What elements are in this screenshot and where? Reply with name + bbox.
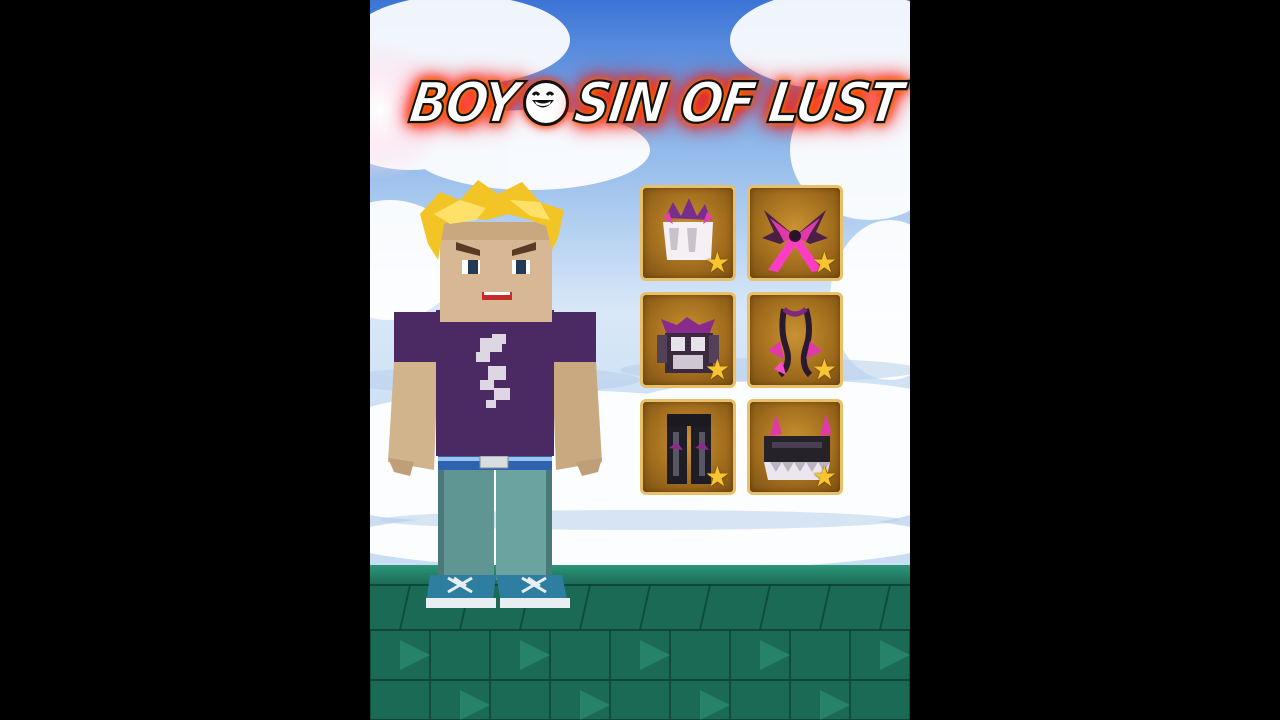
item-slot-wings[interactable]: ★	[747, 185, 843, 281]
title-right-text: SIN OF LUST	[569, 69, 906, 136]
character-legs	[438, 465, 552, 580]
outfit-title: BOY SIN OF LUST	[404, 62, 906, 144]
star-icon: ★	[811, 353, 837, 386]
star-icon: ★	[811, 460, 837, 493]
star-icon: ★	[704, 246, 730, 279]
item-grid: ★ ★ ★ ★ ★ ★	[640, 185, 845, 497]
item-slot-gloves[interactable]: ★	[640, 185, 736, 281]
player-character	[388, 180, 602, 608]
star-icon: ★	[704, 353, 730, 386]
game-stage: BOY SIN OF LUST ★ ★ ★ ★ ★ ★	[370, 0, 910, 720]
item-slot-pants[interactable]: ★	[640, 399, 736, 495]
star-icon: ★	[811, 246, 837, 279]
item-slot-tail[interactable]: ★	[747, 292, 843, 388]
character-shoes	[426, 575, 570, 608]
star-icon: ★	[704, 460, 730, 493]
item-slot-boots[interactable]: ★	[747, 399, 843, 495]
title-left-text: BOY	[404, 69, 522, 136]
item-slot-armor[interactable]: ★	[640, 292, 736, 388]
grinning-face-icon	[522, 80, 569, 126]
character-head	[420, 180, 564, 322]
